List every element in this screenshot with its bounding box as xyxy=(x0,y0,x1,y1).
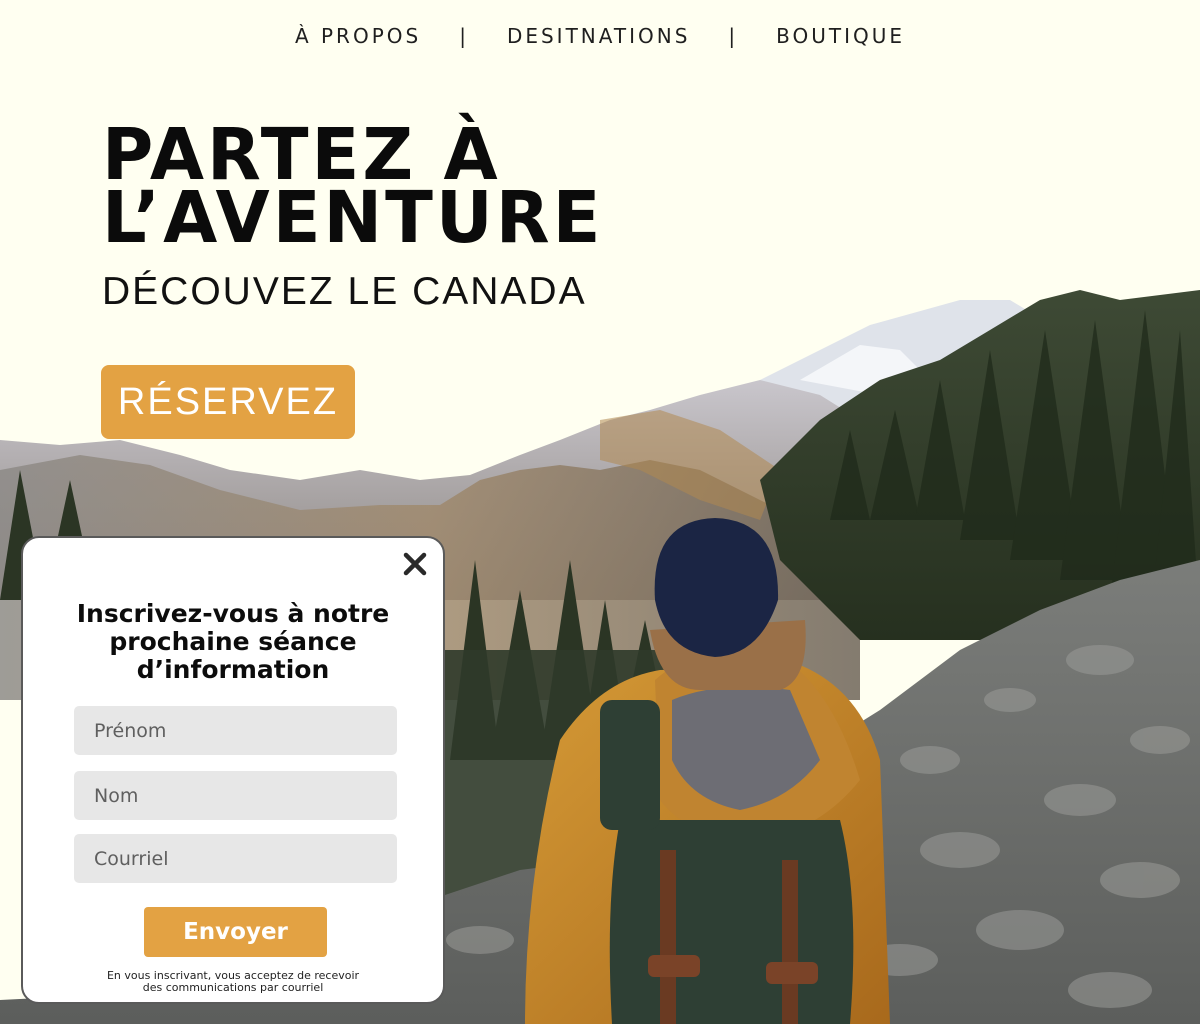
nav-separator: | xyxy=(459,24,469,48)
hero-subtitle: DÉCOUVEZ LE CANADA xyxy=(102,270,587,313)
signup-popup: Inscrivez-vous à notre prochaine séance … xyxy=(21,536,445,1004)
hero-title: PARTEZ À L’AVENTURE xyxy=(102,119,604,260)
popup-title-line: prochaine séance xyxy=(109,627,357,656)
email-field[interactable] xyxy=(74,834,397,883)
popup-title-line: d’information xyxy=(136,655,330,684)
nav-separator: | xyxy=(728,24,739,48)
close-icon[interactable] xyxy=(399,548,431,580)
top-navigation: À PROPOS | DESITNATIONS | BOUTIQUE xyxy=(0,20,1200,52)
popup-title: Inscrivez-vous à notre prochaine séance … xyxy=(23,600,443,684)
reserve-button[interactable]: RÉSERVEZ xyxy=(101,365,355,439)
popup-title-line: Inscrivez-vous à notre xyxy=(76,599,390,628)
submit-button[interactable]: Envoyer xyxy=(144,907,327,957)
legal-notice: En vous inscrivant, vous acceptez de rec… xyxy=(23,970,443,994)
hero-title-line: L’AVENTURE xyxy=(102,175,604,260)
nav-link-boutique[interactable]: BOUTIQUE xyxy=(776,24,905,48)
nav-link-a-propos[interactable]: À PROPOS xyxy=(295,24,421,48)
first-name-field[interactable] xyxy=(74,706,397,755)
legal-notice-line: des communications par courriel xyxy=(142,981,324,994)
last-name-field[interactable] xyxy=(74,771,397,820)
nav-link-destinations[interactable]: DESITNATIONS xyxy=(507,24,690,48)
